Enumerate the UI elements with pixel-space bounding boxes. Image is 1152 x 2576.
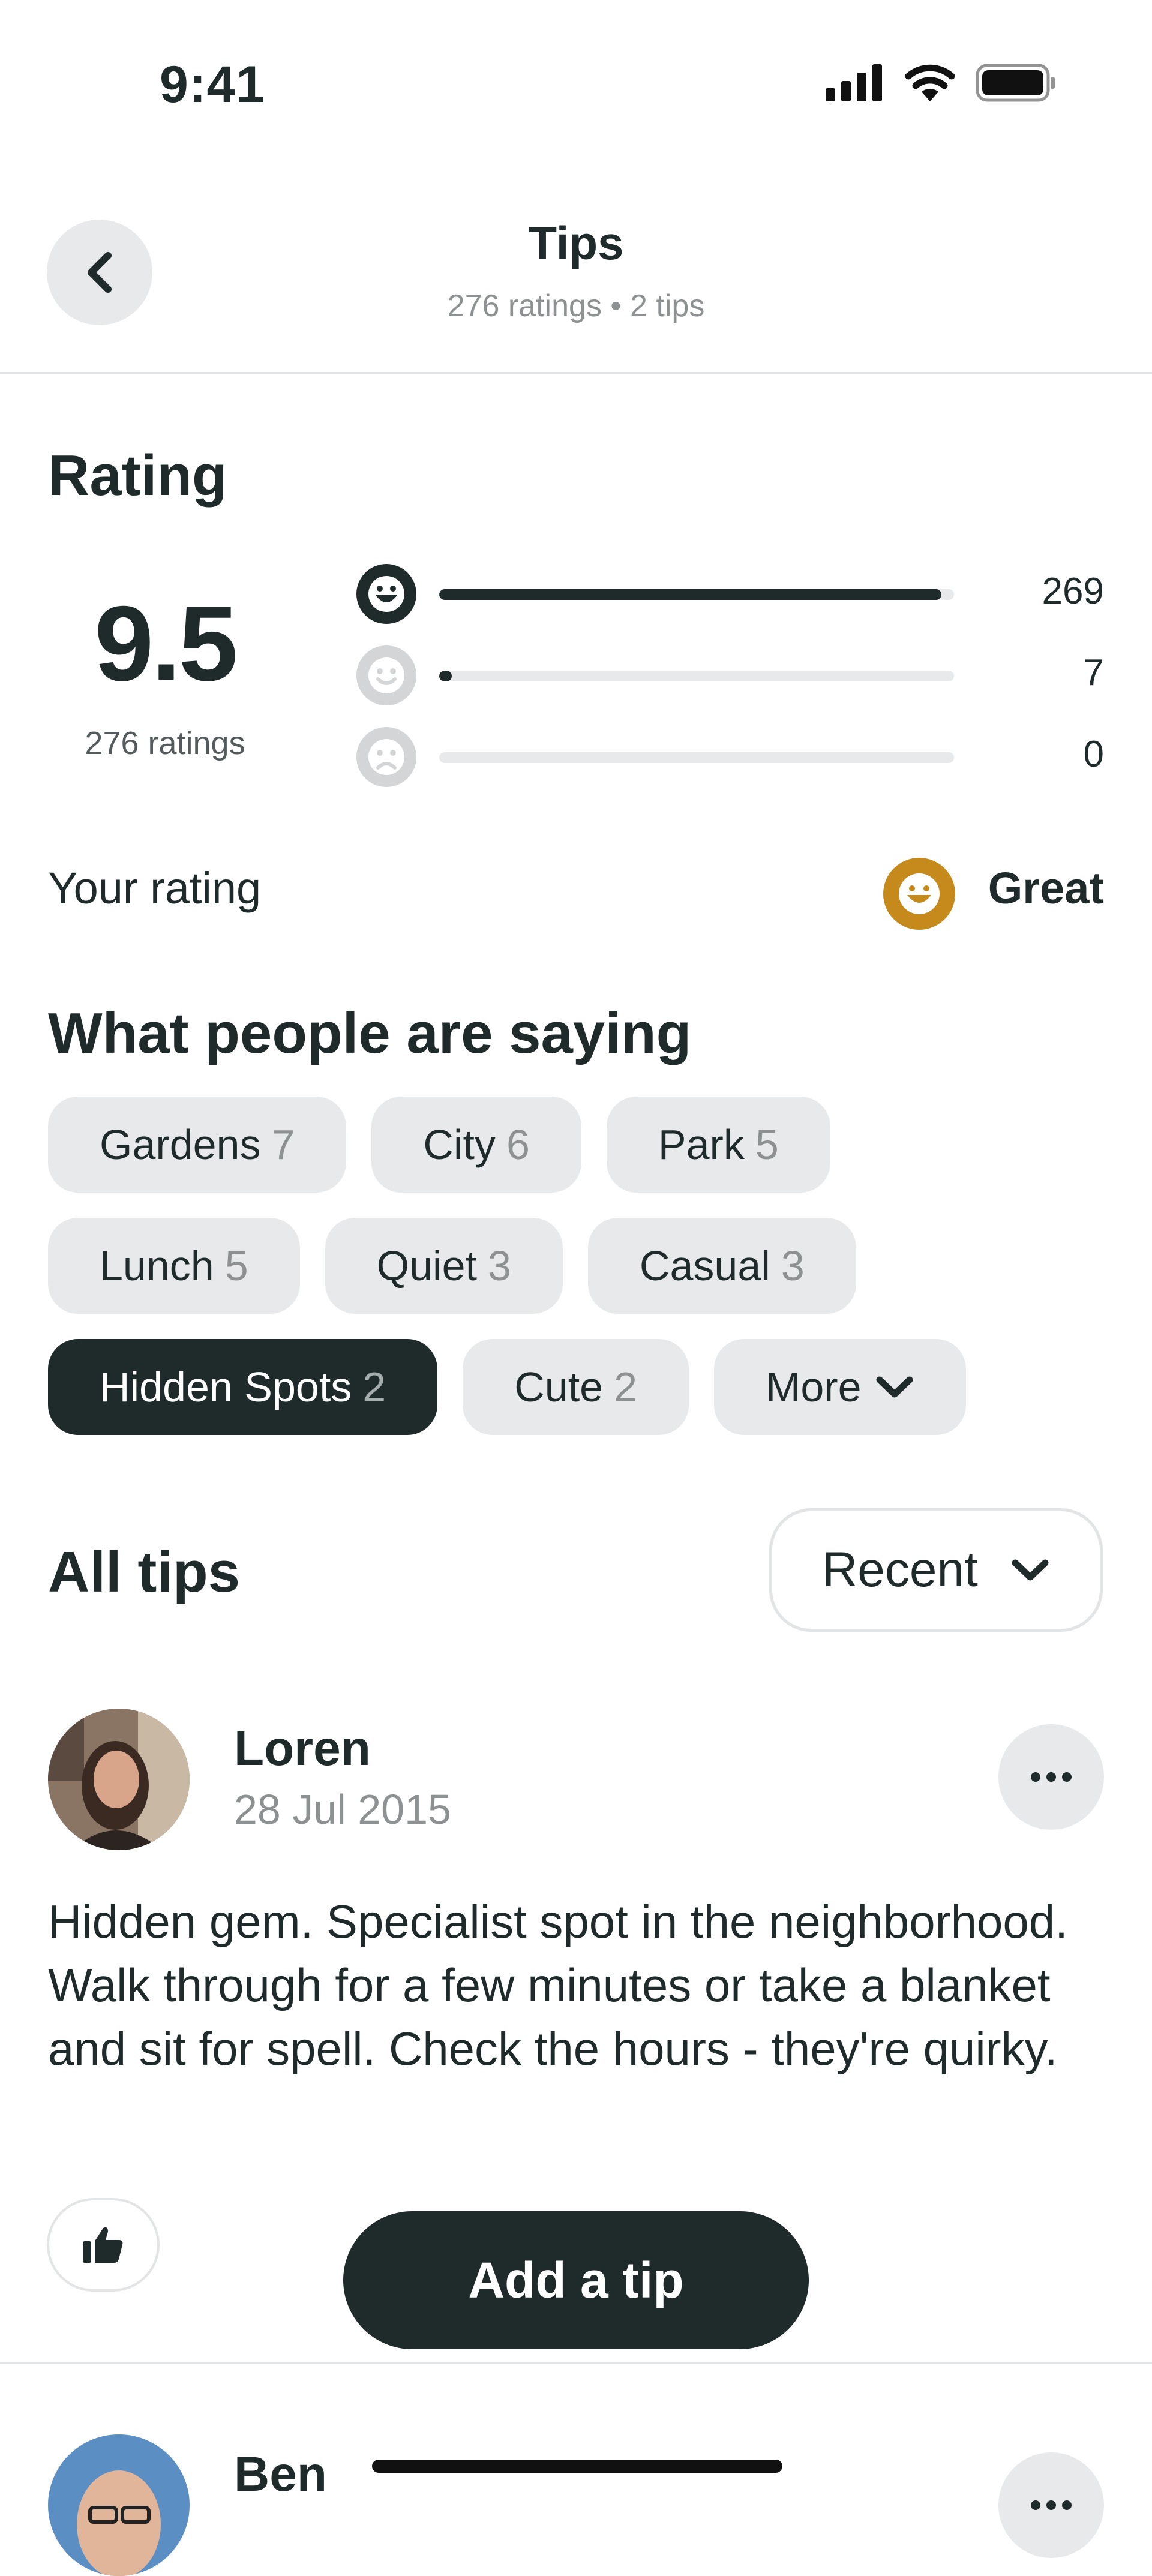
tag-chips: Gardens 7 City 6 Park 5 Lunch 5 Quiet 3 Casua… xyxy=(48,1097,1104,1435)
tag-count: 2 xyxy=(614,1364,638,1410)
your-rating-face-icon[interactable] xyxy=(883,858,955,930)
tag-chip-city[interactable]: City 6 xyxy=(371,1097,581,1193)
rating-count: 276 ratings xyxy=(85,725,245,761)
page-title: Tips xyxy=(528,217,624,269)
smile-face-icon xyxy=(356,645,416,705)
tag-count: 3 xyxy=(781,1242,805,1289)
tip-author-name[interactable]: Loren xyxy=(234,1721,371,1777)
tag-chip-gardens[interactable]: Gardens 7 xyxy=(48,1097,347,1193)
tag-chip-cute[interactable]: Cute 2 xyxy=(463,1339,689,1435)
rating-count-bad: 0 xyxy=(1083,734,1104,775)
thumbs-up-icon xyxy=(83,2227,123,2263)
tag-label: Lunch xyxy=(100,1242,214,1289)
rating-bar-bad xyxy=(439,752,954,763)
tag-chip-casual[interactable]: Casual 3 xyxy=(587,1218,856,1314)
tip-divider xyxy=(0,2362,1152,2364)
tag-count: 6 xyxy=(506,1121,530,1168)
add-tip-button[interactable]: Add a tip xyxy=(343,2211,809,2349)
tag-label: Casual xyxy=(639,1242,770,1289)
tag-count: 3 xyxy=(487,1242,511,1289)
tag-label: Gardens xyxy=(100,1121,261,1168)
your-rating-value[interactable]: Great xyxy=(988,863,1104,914)
tag-label: Quiet xyxy=(376,1242,477,1289)
rating-bar-fill xyxy=(439,671,452,681)
sad-face-icon xyxy=(356,727,416,787)
status-time: 9:41 xyxy=(160,56,266,113)
tag-chip-lunch[interactable]: Lunch 5 xyxy=(48,1218,300,1314)
home-indicator[interactable] xyxy=(372,2460,782,2473)
rating-bar-good xyxy=(439,671,954,681)
saying-title: What people are saying xyxy=(48,1001,692,1065)
tag-label: Park xyxy=(658,1121,745,1168)
tag-chip-park[interactable]: Park 5 xyxy=(606,1097,830,1193)
more-tags-button[interactable]: More xyxy=(714,1339,966,1435)
rating-count-great: 269 xyxy=(1042,571,1104,612)
tag-label: City xyxy=(423,1121,496,1168)
battery-icon xyxy=(976,64,1055,102)
tag-chip-quiet[interactable]: Quiet 3 xyxy=(325,1218,563,1314)
tag-count: 5 xyxy=(755,1121,779,1168)
more-dots-icon xyxy=(1031,2500,1072,2510)
rating-bar-great xyxy=(439,589,954,600)
your-rating-label: Your rating xyxy=(48,863,262,913)
page-subtitle: 276 ratings • 2 tips xyxy=(447,289,705,323)
avatar[interactable] xyxy=(48,2434,190,2576)
tag-count: 2 xyxy=(362,1364,386,1410)
all-tips-title: All tips xyxy=(48,1540,241,1604)
grin-face-icon xyxy=(356,564,416,624)
avatar[interactable] xyxy=(48,1709,190,1850)
tag-chip-hidden-spots[interactable]: Hidden Spots 2 xyxy=(48,1339,438,1435)
rating-bar-fill xyxy=(439,589,941,600)
like-button[interactable] xyxy=(47,2198,160,2292)
more-dots-icon xyxy=(1031,1772,1072,1782)
wifi-icon xyxy=(905,64,955,101)
tip-author-name[interactable]: Ben xyxy=(234,2446,327,2503)
rating-score: 9.5 xyxy=(94,584,238,703)
rating-title: Rating xyxy=(48,443,227,508)
tip-date: 28 Jul 2015 xyxy=(234,1786,451,1833)
chevron-down-icon xyxy=(1010,1557,1050,1583)
rating-count-good: 7 xyxy=(1083,652,1104,693)
sort-dropdown[interactable]: Recent xyxy=(769,1508,1103,1632)
tag-label: Cute xyxy=(514,1364,604,1410)
tip-text: Hidden gem. Specialist spot in the neigh… xyxy=(48,1895,1068,2075)
signal-icon xyxy=(826,64,882,101)
tag-count: 5 xyxy=(224,1242,248,1289)
tip-more-button[interactable] xyxy=(998,1724,1104,1830)
sort-label: Recent xyxy=(822,1542,978,1597)
tip-more-button[interactable] xyxy=(998,2452,1104,2558)
tag-label: Hidden Spots xyxy=(100,1364,352,1410)
more-label: More xyxy=(766,1364,862,1410)
header-divider xyxy=(0,372,1152,374)
status-icons xyxy=(826,64,1056,102)
tag-count: 7 xyxy=(271,1121,295,1168)
chevron-down-icon xyxy=(875,1374,914,1400)
